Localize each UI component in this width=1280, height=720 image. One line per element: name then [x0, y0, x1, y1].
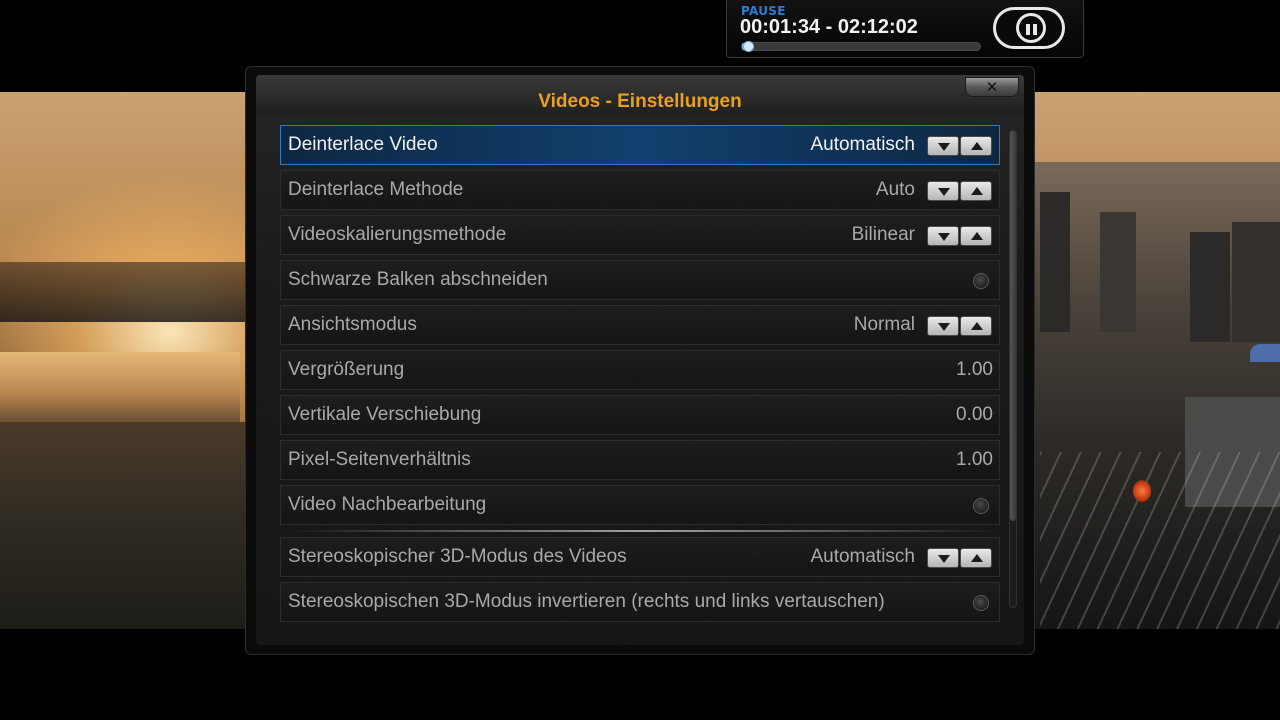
setting-row[interactable]: Deinterlace Video Automatisch [280, 125, 1000, 165]
setting-row[interactable]: Deinterlace Methode Auto [280, 170, 1000, 210]
arrow-down-icon [938, 188, 950, 196]
value-spinner [927, 181, 993, 201]
arrow-up-icon [971, 187, 983, 195]
setting-label: Pixel-Seitenverhältnis [288, 449, 471, 470]
setting-value: 1.00 [956, 449, 993, 470]
pause-icon [1016, 13, 1046, 43]
arrow-up-icon [971, 554, 983, 562]
blue-roof [1250, 344, 1280, 362]
toggle-radio[interactable] [973, 498, 989, 514]
setting-label: Schwarze Balken abschneiden [288, 269, 548, 290]
arrow-up-icon [971, 232, 983, 240]
setting-value: Normal [853, 314, 915, 335]
close-button[interactable]: ✕ [965, 77, 1019, 97]
setting-row[interactable]: Pixel-Seitenverhältnis 1.00 [280, 440, 1000, 480]
setting-label: Deinterlace Video [288, 134, 438, 155]
value-spinner [927, 226, 993, 246]
setting-label: Stereoskopischer 3D-Modus des Videos [288, 546, 627, 567]
setting-label: Videoskalierungsmethode [288, 224, 507, 245]
arrow-down-icon [938, 555, 950, 563]
arrow-down-icon [938, 143, 950, 151]
building [1040, 192, 1070, 332]
setting-row[interactable]: Ansichtsmodus Normal [280, 305, 1000, 345]
setting-label: Deinterlace Methode [288, 179, 464, 200]
settings-scrollbar[interactable] [1009, 130, 1017, 608]
setting-label: Vertikale Verschiebung [288, 404, 482, 425]
value-spinner [927, 316, 993, 336]
setting-value: 1.00 [956, 359, 993, 380]
setting-row[interactable]: Stereoskopischer 3D-Modus des Videos Auto… [280, 537, 1000, 577]
arrow-down-icon [938, 233, 950, 241]
section-divider [290, 530, 1000, 532]
setting-row[interactable]: Vergrößerung 1.00 [280, 350, 1000, 390]
increase-button[interactable] [960, 226, 992, 246]
decrease-button[interactable] [927, 136, 959, 156]
arrow-up-icon [971, 322, 983, 330]
river [0, 352, 240, 422]
increase-button[interactable] [960, 181, 992, 201]
seek-bar-knob[interactable] [742, 41, 754, 52]
setting-value: Auto [875, 179, 915, 200]
city-skyline-left [0, 262, 260, 322]
pause-icon-bar [1033, 24, 1037, 35]
decrease-button[interactable] [927, 548, 959, 568]
arrow-down-icon [938, 323, 950, 331]
value-spinner [927, 136, 993, 156]
setting-row[interactable]: Schwarze Balken abschneiden [280, 260, 1000, 300]
increase-button[interactable] [960, 316, 992, 336]
playback-time: 00:01:34 - 02:12:02 [740, 16, 918, 38]
decrease-button[interactable] [927, 181, 959, 201]
light-glow [1133, 480, 1151, 502]
setting-label: Stereoskopischen 3D-Modus invertieren (r… [288, 591, 885, 612]
setting-row[interactable]: Vertikale Verschiebung 0.00 [280, 395, 1000, 435]
parkland [0, 422, 260, 629]
close-icon: ✕ [985, 78, 999, 96]
setting-label: Vergrößerung [288, 359, 405, 380]
setting-value: Bilinear [851, 224, 915, 245]
increase-button[interactable] [960, 136, 992, 156]
setting-label: Video Nachbearbeitung [288, 494, 487, 515]
scrollbar-thumb[interactable] [1010, 131, 1016, 521]
setting-row[interactable]: Video Nachbearbeitung [280, 485, 1000, 525]
value-spinner [927, 548, 993, 568]
setting-value: Automatisch [810, 134, 915, 155]
pause-icon-bar [1026, 24, 1030, 35]
increase-button[interactable] [960, 548, 992, 568]
setting-label: Ansichtsmodus [288, 314, 417, 335]
seek-bar[interactable] [741, 41, 981, 52]
toggle-radio[interactable] [973, 595, 989, 611]
setting-value: 0.00 [956, 404, 993, 425]
playback-osd: PAUSE 00:01:34 - 02:12:02 [726, 0, 1084, 58]
building [1232, 222, 1280, 342]
decrease-button[interactable] [927, 316, 959, 336]
setting-row[interactable]: Stereoskopischen 3D-Modus invertieren (r… [280, 582, 1000, 622]
decrease-button[interactable] [927, 226, 959, 246]
toggle-radio[interactable] [973, 273, 989, 289]
building [1190, 232, 1230, 342]
arrow-up-icon [971, 142, 983, 150]
setting-row[interactable]: Videoskalierungsmethode Bilinear [280, 215, 1000, 255]
building [1100, 212, 1136, 332]
pause-button[interactable] [993, 7, 1065, 49]
setting-value: Automatisch [810, 546, 915, 567]
bridge-cables [1040, 452, 1280, 629]
dialog-title: Videos - Einstellungen [538, 91, 742, 112]
